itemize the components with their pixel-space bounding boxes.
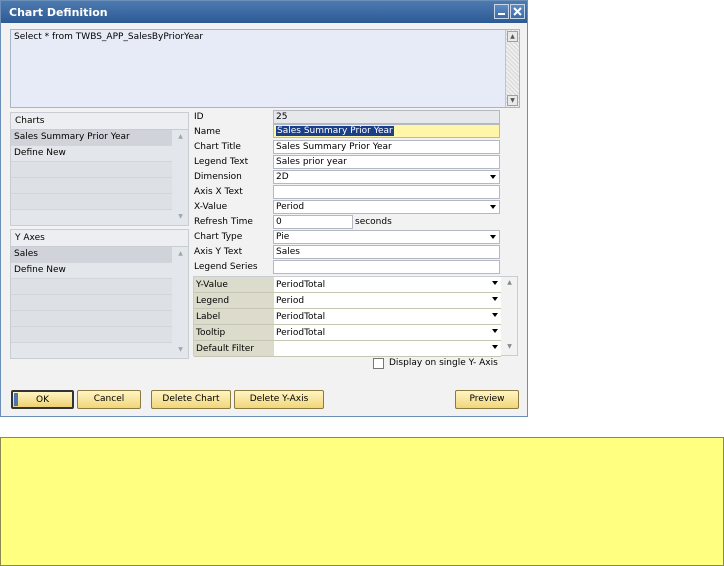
charts-list: Charts Sales Summary Prior Year Define N… <box>10 112 189 226</box>
dimension-select[interactable]: 2D <box>273 170 500 184</box>
dimension-value: 2D <box>276 172 289 182</box>
grid-scroll-down-icon[interactable]: ▼ <box>504 343 515 350</box>
legend-text-field[interactable]: Sales prior year <box>273 155 500 169</box>
table-row: Legend Period <box>194 293 502 309</box>
chart-type-value: Pie <box>276 232 290 242</box>
x-value-label: X-Value <box>194 202 228 212</box>
table-row: Y-Value PeriodTotal <box>194 277 502 293</box>
name-label: Name <box>194 127 221 137</box>
series-grid: Y-Value PeriodTotal Legend Period Label … <box>193 276 518 357</box>
id-field: 25 <box>273 110 500 124</box>
dimension-label: Dimension <box>194 172 242 182</box>
ok-button[interactable]: OK <box>11 390 74 409</box>
charts-scroll-down-icon[interactable]: ▼ <box>175 213 186 220</box>
axis-y-text-label: Axis Y Text <box>194 247 243 257</box>
legend-label: Legend <box>194 293 274 309</box>
y-axes-list-header: Y Axes <box>11 230 188 247</box>
list-item <box>11 178 172 194</box>
chevron-down-icon <box>492 281 498 285</box>
refresh-time-label: Refresh Time <box>194 217 253 227</box>
query-text: Select * from TWBS_APP_SalesByPriorYear <box>14 32 204 42</box>
list-item <box>11 279 172 295</box>
label-select[interactable]: PeriodTotal <box>274 309 501 325</box>
legend-series-label: Legend Series <box>194 262 258 272</box>
charts-scroll-up-icon[interactable]: ▲ <box>175 133 186 140</box>
x-value-value: Period <box>276 202 305 212</box>
query-textarea[interactable]: Select * from TWBS_APP_SalesByPriorYear … <box>10 29 520 108</box>
chevron-down-icon <box>490 235 496 239</box>
legend-select[interactable]: Period <box>274 293 501 309</box>
list-item <box>11 295 172 311</box>
chevron-down-icon <box>492 313 498 317</box>
delete-y-axis-button[interactable]: Delete Y-Axis <box>234 390 324 409</box>
list-item <box>11 162 172 178</box>
legend-series-field[interactable] <box>273 260 500 274</box>
chart-title-label: Chart Title <box>194 142 241 152</box>
name-value: Sales Summary Prior Year <box>276 126 394 136</box>
close-button[interactable] <box>510 4 525 19</box>
chart-title-field[interactable]: Sales Summary Prior Year <box>273 140 500 154</box>
chart-type-label: Chart Type <box>194 232 243 242</box>
tooltip-panel <box>0 437 724 566</box>
refresh-time-field[interactable]: 0 <box>273 215 353 229</box>
table-row: Default Filter <box>194 341 502 357</box>
list-item <box>11 311 172 327</box>
table-row: Label PeriodTotal <box>194 309 502 325</box>
delete-chart-button[interactable]: Delete Chart <box>151 390 231 409</box>
legend-value: Period <box>276 296 305 306</box>
label-value: PeriodTotal <box>276 312 326 322</box>
chart-definition-window: Chart Definition Select * from TWBS_APP_… <box>0 0 528 417</box>
tooltip-value: PeriodTotal <box>276 328 326 338</box>
list-item <box>11 194 172 210</box>
preview-button[interactable]: Preview <box>455 390 519 409</box>
minimize-button[interactable] <box>494 4 509 19</box>
chart-type-select[interactable]: Pie <box>273 230 500 244</box>
name-field[interactable]: Sales Summary Prior Year <box>273 124 500 138</box>
y-axis-item-sales[interactable]: Sales <box>11 247 172 263</box>
axis-x-text-field[interactable] <box>273 185 500 199</box>
refresh-time-unit: seconds <box>355 217 392 227</box>
chevron-down-icon <box>490 205 496 209</box>
chevron-down-icon <box>492 345 498 349</box>
default-filter-label: Default Filter <box>194 341 274 357</box>
yaxes-scroll-down-icon[interactable]: ▼ <box>175 346 186 353</box>
list-item <box>11 327 172 343</box>
cancel-button[interactable]: Cancel <box>77 390 141 409</box>
single-y-axis-checkbox[interactable] <box>373 358 384 369</box>
scroll-up-icon[interactable]: ▲ <box>507 31 518 42</box>
table-row: Tooltip PeriodTotal <box>194 325 502 341</box>
query-scrollbar[interactable]: ▲ ▼ <box>505 30 519 107</box>
id-label: ID <box>194 112 204 122</box>
close-icon <box>513 7 522 16</box>
chart-item-define-new[interactable]: Define New <box>11 146 172 162</box>
x-value-select[interactable]: Period <box>273 200 500 214</box>
y-axes-list: Y Axes Sales Define New ▲ ▼ <box>10 229 189 359</box>
minimize-icon <box>498 13 505 15</box>
y-axis-item-define-new[interactable]: Define New <box>11 263 172 279</box>
y-value-select[interactable]: PeriodTotal <box>274 277 501 293</box>
chevron-down-icon <box>492 329 498 333</box>
legend-text-label: Legend Text <box>194 157 249 167</box>
label-label: Label <box>194 309 274 325</box>
title-bar: Chart Definition <box>1 1 527 23</box>
y-value-label: Y-Value <box>194 277 274 293</box>
charts-list-header: Charts <box>11 113 188 130</box>
axis-y-text-field[interactable]: Sales <box>273 245 500 259</box>
chart-item-sales-summary[interactable]: Sales Summary Prior Year <box>11 130 172 146</box>
y-value-value: PeriodTotal <box>276 280 326 290</box>
default-filter-select[interactable] <box>274 341 501 357</box>
axis-x-text-label: Axis X Text <box>194 187 243 197</box>
tooltip-select[interactable]: PeriodTotal <box>274 325 501 341</box>
yaxes-scroll-up-icon[interactable]: ▲ <box>175 250 186 257</box>
window-title: Chart Definition <box>9 6 108 19</box>
grid-scroll-up-icon[interactable]: ▲ <box>504 279 515 286</box>
chevron-down-icon <box>492 297 498 301</box>
chevron-down-icon <box>490 175 496 179</box>
single-y-axis-label: Display on single Y- Axis <box>389 358 498 368</box>
scroll-down-icon[interactable]: ▼ <box>507 95 518 106</box>
tooltip-label: Tooltip <box>194 325 274 341</box>
